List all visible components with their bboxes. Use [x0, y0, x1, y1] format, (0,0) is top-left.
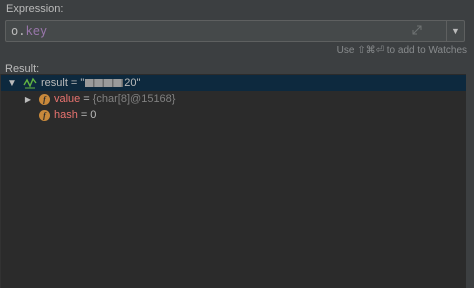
hash-name: hash — [54, 109, 78, 121]
result-name: result — [41, 77, 68, 89]
expand-editor-icon[interactable] — [412, 25, 424, 37]
value-ref: {char[8]@15168} — [92, 93, 176, 105]
expression-input[interactable]: o. key — [5, 20, 447, 42]
hash-equals: = — [80, 109, 88, 121]
expand-arrow-icon[interactable]: ▶ — [23, 95, 33, 104]
expression-label: Expression: — [6, 3, 64, 15]
expression-row: o. key ▼ — [5, 20, 465, 42]
field-icon: f — [39, 109, 50, 121]
expression-dot: . — [18, 24, 26, 38]
tree-row-result[interactable]: ▼ result = " 20" — [1, 75, 466, 91]
tree-row-value[interactable]: ▶ f value = {char[8]@15168} — [1, 91, 466, 107]
expression-object: o — [11, 24, 19, 38]
result-value-prefix: " — [80, 77, 85, 89]
value-equals: = — [83, 93, 90, 105]
result-tree[interactable]: ▼ result = " 20" ▶ f value = {char[8]@15… — [0, 74, 466, 288]
value-name: value — [54, 93, 81, 105]
history-dropdown-button[interactable]: ▼ — [447, 20, 465, 42]
dropdown-arrow-icon: ▼ — [451, 26, 460, 36]
result-equals: = — [70, 77, 78, 89]
watch-result-icon — [23, 77, 37, 89]
collapse-arrow-icon[interactable]: ▼ — [7, 78, 17, 89]
add-to-watches-hint: Use ⇧⌘⏎ to add to Watches — [336, 45, 467, 56]
hash-value: 0 — [90, 109, 97, 121]
expression-field: key — [25, 24, 48, 38]
result-value-suffix: 20" — [124, 77, 141, 89]
masked-text — [85, 79, 124, 87]
tree-row-hash[interactable]: f hash = 0 — [1, 107, 466, 123]
field-icon: f — [39, 93, 50, 105]
